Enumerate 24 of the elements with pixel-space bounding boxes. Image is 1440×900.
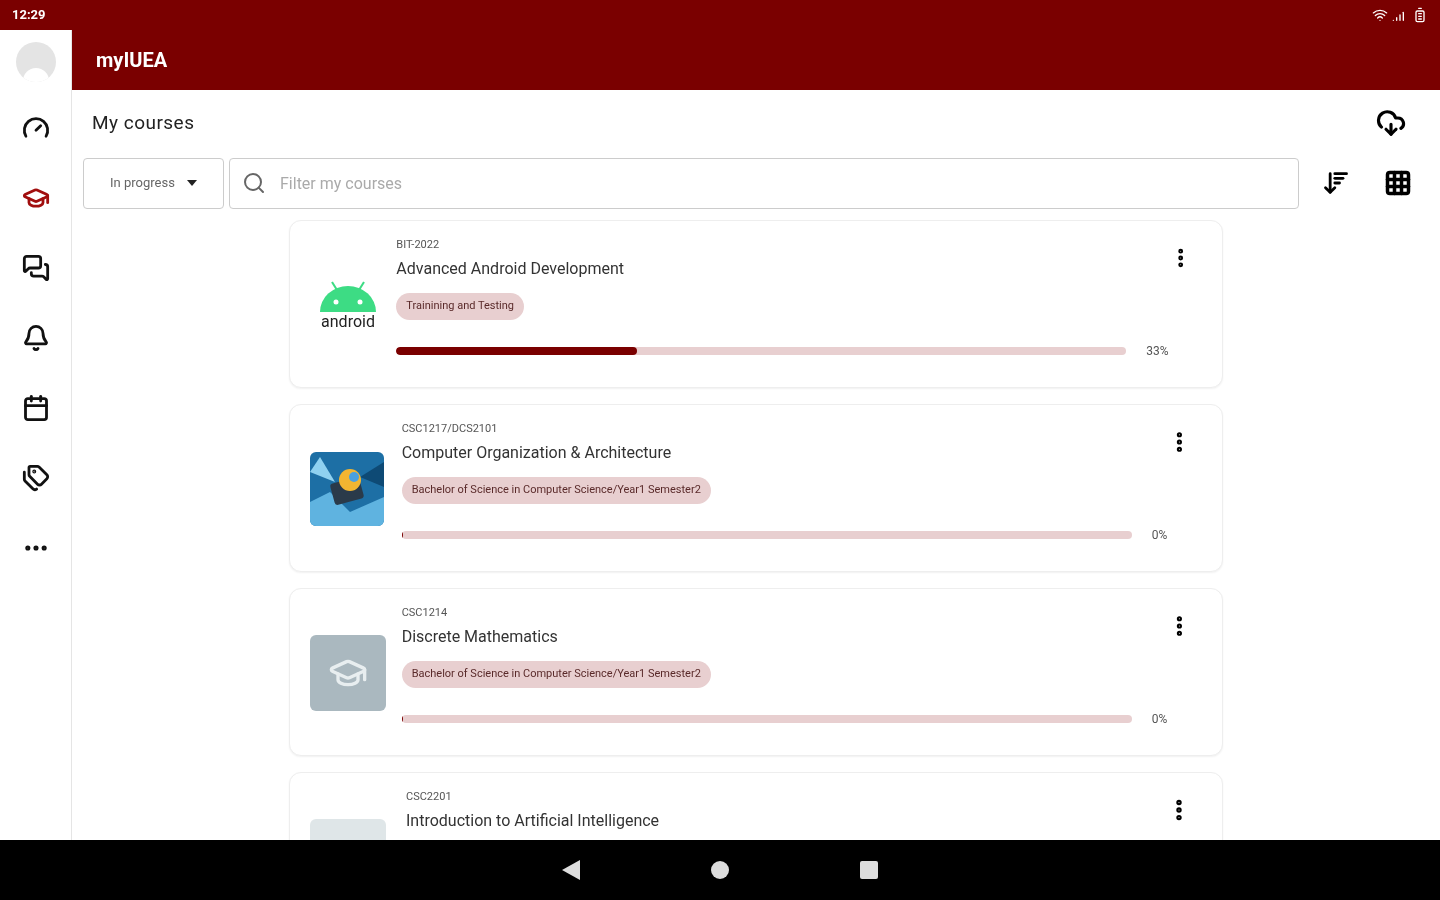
status-time: 12:29	[12, 6, 46, 25]
progress-percent: 33%	[1146, 342, 1169, 360]
app-title: myIUEA	[96, 47, 168, 74]
course-code: CSC1217/DCS2101	[401, 421, 499, 437]
category-chip: Bachelor of Science in Computer Science/Year1 Semester2	[401, 661, 711, 688]
course-card[interactable]: CSC2201 Introduction to Artificial Intelligence	[289, 772, 1223, 840]
page-title: My courses	[92, 109, 195, 136]
course-code: CSC2201	[406, 789, 453, 805]
status-dropdown[interactable]: In progress	[83, 157, 224, 209]
category-chip: Bachelor of Science in Computer Science/Year1 Semester2	[401, 477, 711, 504]
course-name: Computer Organization & Architecture	[401, 442, 673, 464]
course-card[interactable]: android BIT-2022 Advanced Android Development Trainining and Testing 33%	[289, 220, 1223, 388]
progress-percent: 0%	[1151, 526, 1168, 544]
course-name: Discrete Mathematics	[401, 626, 559, 648]
android-logo: android	[310, 267, 386, 343]
course-card[interactable]: CSC1214 Discrete Mathematics Bachelor of Science in Computer Science/Year1 Semester2 0%	[289, 588, 1223, 756]
course-code: BIT-2022	[396, 237, 441, 253]
progress-percent: 0%	[1151, 710, 1168, 728]
category-chip: Trainining and Testing	[396, 293, 524, 320]
course-card[interactable]: CSC1217/DCS2101 Computer Organization & Architecture Bachelor of Science in Computer Science/Year1 Semester2 0%	[289, 404, 1223, 572]
course-name: Introduction to Artificial Intelligence	[406, 810, 661, 832]
course-name: Advanced Android Development	[396, 258, 625, 280]
course-code: CSC1214	[401, 605, 449, 621]
search-field[interactable]: Filter my courses	[229, 157, 1299, 209]
